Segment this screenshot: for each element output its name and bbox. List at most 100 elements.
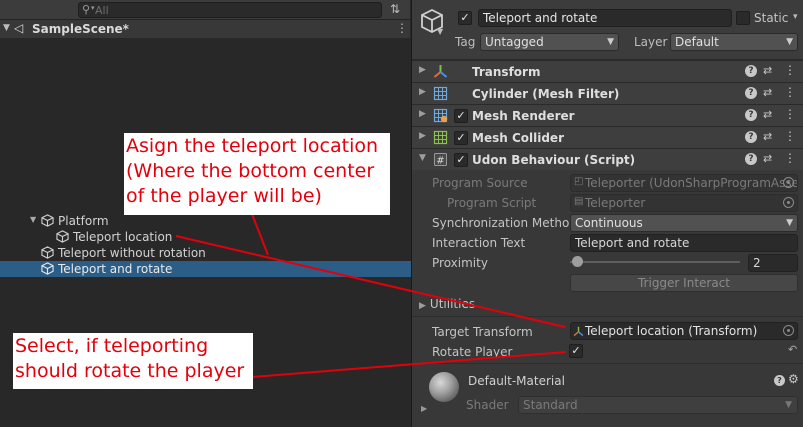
fold-arrow-icon[interactable]: ▼: [419, 153, 426, 163]
annotation-line: (Where the bottom center: [126, 160, 375, 182]
scene-fold-icon[interactable]: ▼: [3, 23, 10, 33]
hierarchy-item-teleport-location[interactable]: Teleport location: [56, 229, 256, 245]
static-dropdown-icon[interactable]: ▾: [793, 12, 798, 22]
object-picker-icon[interactable]: [783, 177, 794, 188]
proximity-slider-thumb[interactable]: [572, 256, 583, 267]
sync-method-label: Synchronization Method: [432, 216, 569, 230]
search-placeholder: All: [95, 4, 109, 17]
gear-icon[interactable]: ⚙: [788, 372, 799, 386]
utilities-foldout[interactable]: ▶ Utilities: [419, 297, 475, 311]
help-icon[interactable]: ?: [745, 131, 757, 143]
hierarchy-item-teleport-and-rotate[interactable]: Teleport and rotate: [41, 261, 291, 277]
annotation-line: Asign the teleport location: [126, 135, 379, 157]
help-icon[interactable]: ?: [745, 109, 757, 121]
kebab-menu-icon[interactable]: ⋮: [784, 107, 796, 121]
material-preview-sphere[interactable]: [429, 372, 459, 402]
hierarchy-item-platform[interactable]: ▼ Platform: [30, 213, 230, 229]
component-title: Udon Behaviour (Script): [472, 153, 636, 167]
shader-label: Shader: [466, 398, 509, 412]
program-source-field[interactable]: ◰ Teleporter (UdonSharpProgramAsset): [570, 174, 798, 192]
active-checkbox[interactable]: ✓: [458, 11, 472, 25]
tag-label: Tag: [455, 35, 476, 49]
help-icon[interactable]: ?: [774, 375, 785, 386]
annotation-rotate-player: Select, if teleporting should rotate the…: [13, 333, 253, 389]
component-mesh-collider[interactable]: ▶ ✓ Mesh Collider ? ⇄ ⋮: [412, 126, 803, 148]
interaction-text-input[interactable]: Teleport and rotate: [570, 234, 798, 252]
presets-icon[interactable]: ⇄: [763, 108, 772, 121]
trigger-interact-button[interactable]: Trigger Interact: [570, 274, 798, 292]
proximity-input[interactable]: 2: [748, 254, 798, 272]
kebab-menu-icon[interactable]: ⋮: [784, 63, 796, 77]
annotation-line: Select, if teleporting: [15, 335, 209, 357]
revert-icon[interactable]: ↶: [788, 343, 797, 356]
object-picker-icon[interactable]: [783, 325, 794, 336]
gameobject-cube-icon: [56, 230, 69, 243]
target-transform-field[interactable]: Teleport location (Transform): [570, 322, 798, 340]
rotate-player-checkbox[interactable]: ✓: [569, 344, 583, 358]
icon-dropdown-icon[interactable]: ▼: [437, 27, 443, 36]
enabled-checkbox[interactable]: ✓: [454, 153, 468, 167]
kebab-menu-icon[interactable]: ⋮: [784, 129, 796, 143]
chevron-down-icon: ▼: [607, 37, 614, 47]
presets-icon[interactable]: ⇄: [763, 86, 772, 99]
program-script-field[interactable]: ▤ Teleporter: [570, 194, 798, 212]
shader-dropdown[interactable]: Standard ▼: [518, 396, 798, 414]
presets-icon[interactable]: ⇄: [763, 64, 772, 77]
fold-arrow-icon[interactable]: ▶: [419, 301, 426, 311]
transform-icon: [573, 326, 584, 337]
utilities-label: Utilities: [429, 297, 476, 311]
platform-fold-icon[interactable]: ▼: [30, 215, 36, 224]
kebab-menu-icon[interactable]: ⋮: [784, 151, 796, 165]
fold-arrow-icon[interactable]: ▶: [419, 87, 426, 97]
component-title: Transform: [472, 65, 541, 79]
inspector-header: ▼ ✓ Teleport and rotate Static ▾ Tag Unt…: [412, 0, 803, 60]
hierarchy-toolbar: ⚲ ▾ All ⇅: [0, 0, 410, 20]
static-checkbox[interactable]: [736, 11, 750, 25]
static-label: Static: [754, 11, 789, 25]
hierarchy-item-teleport-without-rotation[interactable]: Teleport without rotation: [41, 245, 291, 261]
component-mesh-renderer[interactable]: ▶ ✓ Mesh Renderer ? ⇄ ⋮: [412, 104, 803, 126]
program-source-value: Teleporter (UdonSharpProgramAsset): [585, 176, 798, 190]
annotation-line: should rotate the player: [15, 360, 245, 382]
mesh-renderer-icon: [433, 108, 448, 123]
unity-scene-icon: ◁: [14, 21, 24, 35]
search-filter-dropdown-icon[interactable]: ▾: [91, 4, 95, 12]
search-icon: ⚲: [82, 3, 91, 16]
layer-dropdown[interactable]: Default ▼: [670, 33, 798, 51]
help-icon[interactable]: ?: [745, 87, 757, 99]
proximity-label: Proximity: [432, 256, 488, 270]
component-udon-behaviour[interactable]: ▼ # ✓ Udon Behaviour (Script) ? ⇄ ⋮: [412, 148, 803, 170]
scene-menu-icon[interactable]: ⋮: [396, 21, 408, 35]
hierarchy-search-input[interactable]: ⚲ ▾ All: [78, 2, 382, 18]
layer-value: Default: [675, 35, 719, 49]
tag-dropdown[interactable]: Untagged ▼: [480, 33, 619, 51]
script-icon: #: [434, 153, 447, 167]
enabled-checkbox[interactable]: ✓: [454, 109, 468, 123]
component-transform[interactable]: ▶ Transform ? ⇄ ⋮: [412, 60, 803, 82]
component-mesh-filter[interactable]: ▶ Cylinder (Mesh Filter) ? ⇄ ⋮: [412, 82, 803, 104]
target-transform-label: Target Transform: [432, 325, 533, 339]
hierarchy-item-label: Platform: [58, 214, 109, 228]
presets-icon[interactable]: ⇄: [763, 152, 772, 165]
program-script-value: Teleporter: [585, 196, 646, 210]
fold-arrow-icon[interactable]: ▶: [419, 109, 426, 119]
sort-icon[interactable]: ⇅: [390, 2, 400, 16]
object-name-field[interactable]: Teleport and rotate: [478, 9, 732, 27]
fold-arrow-icon[interactable]: ▶: [419, 131, 426, 141]
component-title: Mesh Collider: [472, 131, 564, 145]
fold-arrow-icon[interactable]: ▶: [421, 404, 427, 413]
help-icon[interactable]: ?: [745, 65, 757, 77]
enabled-checkbox[interactable]: ✓: [454, 131, 468, 145]
hierarchy-item-label: Teleport without rotation: [58, 246, 206, 260]
annotation-line: of the player will be): [126, 185, 322, 207]
scene-row[interactable]: ▼ ◁ SampleScene* ⋮: [0, 20, 410, 38]
kebab-menu-icon[interactable]: ⋮: [784, 85, 796, 99]
help-icon[interactable]: ?: [745, 153, 757, 165]
gameobject-cube-icon: [41, 262, 54, 275]
fold-arrow-icon[interactable]: ▶: [419, 65, 426, 75]
chevron-down-icon: ▼: [786, 37, 793, 47]
presets-icon[interactable]: ⇄: [763, 130, 772, 143]
object-picker-icon[interactable]: [783, 197, 794, 208]
sync-method-dropdown[interactable]: Continuous ▼: [570, 214, 798, 232]
proximity-slider-track[interactable]: [570, 261, 740, 263]
